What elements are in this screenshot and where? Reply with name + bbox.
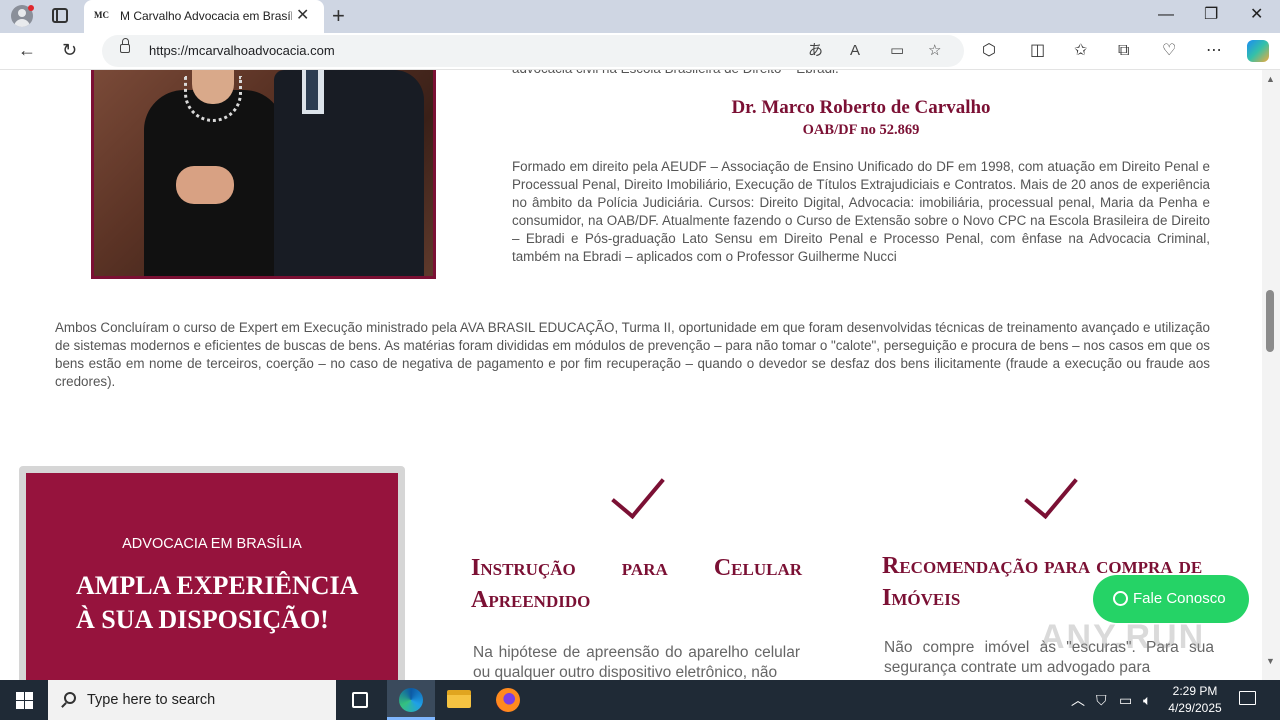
immersive-reader-icon[interactable]: ▭	[890, 41, 904, 61]
both-courses-text: Ambos Concluíram o curso de Expert em Ex…	[55, 320, 1210, 389]
whatsapp-icon	[1113, 591, 1128, 606]
refresh-icon[interactable]: ↻	[62, 38, 77, 62]
experience-card: ADVOCACIA EM BRASÍLIA AMPLA EXPERIÊNCIA …	[19, 466, 405, 680]
person-name: Dr. Marco Roberto de Carvalho	[731, 97, 991, 118]
taskbar-search-input[interactable]: Type here to search	[48, 680, 336, 720]
volume-icon[interactable]: 🔈︎	[1143, 691, 1151, 709]
browser-toolbar: ← ↻ https://mcarvalhoadvocacia.com あ A ▭…	[0, 33, 1280, 70]
tab-close-icon[interactable]: ✕	[296, 7, 309, 25]
close-window-button[interactable]: ✕	[1250, 5, 1263, 25]
notifications-icon[interactable]	[1239, 691, 1256, 705]
firefox-icon	[496, 688, 520, 712]
profile-alert-dot	[28, 5, 34, 11]
defender-icon[interactable]: ⛉	[1096, 691, 1107, 709]
page-scrollbar[interactable]: ▲ ▼	[1262, 70, 1280, 680]
taskbar-file-explorer[interactable]	[435, 680, 483, 720]
search-placeholder: Type here to search	[87, 692, 216, 708]
tray-overflow-icon[interactable]: ︿	[1071, 691, 1085, 709]
photo-tie	[306, 70, 318, 110]
extensions-icon[interactable]: ⬡	[982, 41, 996, 61]
tab-actions-icon[interactable]	[52, 8, 68, 23]
card-kicker: ADVOCACIA EM BRASÍLIA	[122, 536, 302, 552]
scroll-up-icon[interactable]: ▲	[1266, 74, 1275, 84]
windows-taskbar: Type here to search ︿ ⛉ ▭ 🔈︎ 2:29 PM 4/2…	[0, 680, 1280, 720]
clock-date[interactable]: 4/29/2025	[1160, 701, 1230, 715]
person-oab: OAB/DF no 52.869	[802, 122, 920, 138]
collections-icon[interactable]: ⧉	[1118, 41, 1129, 61]
checkmark-icon	[611, 462, 665, 520]
feature-text-celular: Na hipótese de apreensão do aparelho cel…	[473, 644, 800, 680]
whatsapp-contact-button[interactable]: Fale Conosco	[1093, 575, 1249, 623]
read-aloud-icon[interactable]: A	[850, 41, 860, 61]
windows-logo-icon	[16, 692, 24, 700]
task-view-button[interactable]	[336, 680, 384, 720]
tab-favicon: MC	[94, 10, 109, 20]
tab-title: M Carvalho Advocacia em Brasília	[120, 9, 292, 23]
card-heading: AMPLA EXPERIÊNCIA À SUA DISPOSIÇÃO!	[76, 571, 357, 634]
back-icon[interactable]: ←	[18, 38, 36, 62]
experience-card-inner: ADVOCACIA EM BRASÍLIA AMPLA EXPERIÊNCIA …	[26, 473, 398, 680]
photo-hands	[176, 166, 234, 204]
translate-icon[interactable]: あ	[808, 41, 823, 61]
taskbar-edge[interactable]	[387, 680, 435, 720]
lock-icon[interactable]	[120, 38, 130, 53]
checkmark-icon	[1024, 462, 1078, 520]
tab-strip: MC M Carvalho Advocacia em Brasília ✕ + …	[0, 0, 1280, 33]
bio-previous-line: advocacia civil na Escola Brasileira de …	[512, 70, 1210, 78]
bio-text: Formado em direito pela AEUDF – Associaç…	[512, 159, 1210, 264]
windows-logo-pane	[25, 701, 33, 709]
edge-icon	[399, 688, 423, 712]
new-tab-button[interactable]: +	[332, 4, 345, 28]
maximize-button[interactable]: ❐	[1204, 5, 1218, 25]
browser-essentials-icon[interactable]: ♡	[1162, 41, 1176, 61]
favorites-icon[interactable]: ✩	[1074, 41, 1087, 61]
split-screen-icon[interactable]: ◫	[1030, 41, 1045, 61]
whatsapp-label: Fale Conosco	[1133, 590, 1226, 607]
address-bar[interactable]: https://mcarvalhoadvocacia.com あ A ▭ ☆	[102, 35, 964, 67]
clock-time[interactable]: 2:29 PM	[1166, 684, 1224, 698]
feature-title-celular: Instrução para Celular Apreendido	[471, 555, 802, 613]
minimize-button[interactable]: —	[1158, 5, 1174, 25]
browser-tab[interactable]: MC M Carvalho Advocacia em Brasília ✕	[84, 0, 324, 33]
start-button[interactable]	[0, 680, 48, 720]
url-text[interactable]: https://mcarvalhoadvocacia.com	[149, 43, 335, 58]
more-icon[interactable]: ⋯	[1206, 41, 1222, 61]
copilot-icon[interactable]	[1247, 40, 1269, 62]
scroll-down-icon[interactable]: ▼	[1266, 656, 1275, 666]
anyrun-watermark: ANY.RUN	[1040, 618, 1206, 656]
page-viewport: advocacia civil na Escola Brasileira de …	[0, 70, 1280, 680]
scroll-thumb[interactable]	[1266, 290, 1274, 352]
lawyers-photo	[91, 70, 436, 279]
windows-logo-pane	[25, 692, 33, 700]
windows-logo-pane	[16, 701, 24, 709]
favorite-star-icon[interactable]: ☆	[928, 41, 941, 61]
photo-man	[274, 70, 424, 276]
search-icon	[64, 692, 76, 704]
task-view-icon	[352, 692, 368, 708]
file-explorer-icon	[447, 690, 471, 708]
taskbar-firefox[interactable]	[484, 680, 532, 720]
network-icon[interactable]: ▭	[1119, 691, 1132, 709]
